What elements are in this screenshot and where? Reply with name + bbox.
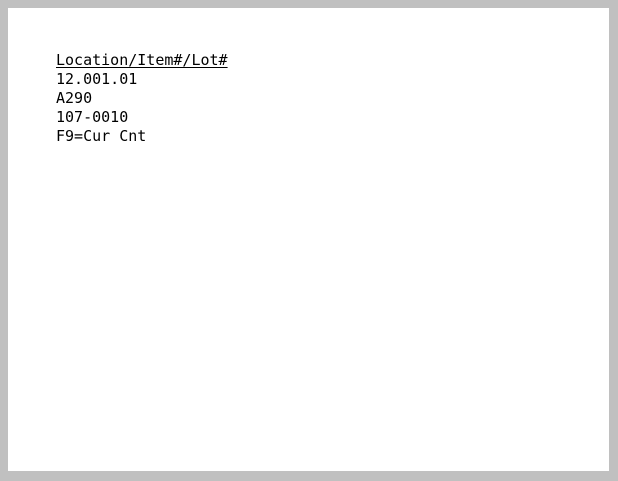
f9-current-count-key[interactable]: F9=Cur Cnt (56, 127, 228, 146)
lot-value: 107-0010 (56, 108, 129, 126)
location-value: 12.001.01 (56, 70, 138, 88)
terminal-screen: Location/Item#/Lot# 12.001.01 A290 107-0… (56, 51, 228, 146)
terminal-frame: Location/Item#/Lot# 12.001.01 A290 107-0… (0, 0, 618, 481)
item-value: A290 (56, 89, 93, 107)
screen-header: Location/Item#/Lot# (56, 51, 228, 69)
